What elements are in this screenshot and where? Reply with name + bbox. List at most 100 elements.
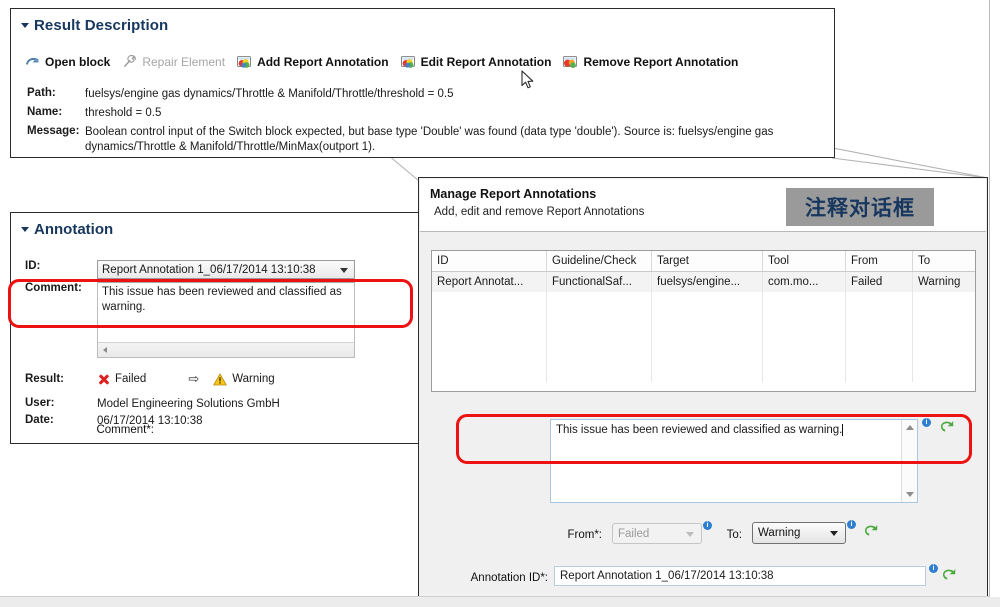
annotation-user-value: Model Engineering Solutions GmbH <box>97 397 280 412</box>
path-row: Path: fuelsys/engine gas dynamics/Thrott… <box>27 87 827 102</box>
arrow-right-icon: ⇨ <box>188 371 199 387</box>
to-status-value: Warning <box>758 527 800 539</box>
result-from-label: Failed <box>115 373 146 385</box>
highlight-box-annotation-comment <box>8 279 413 328</box>
dialog-from-label: From*: <box>556 529 602 541</box>
chevron-down-icon[interactable] <box>340 268 348 273</box>
dialog-title-area: Manage Report Annotations Add, edit and … <box>420 179 986 232</box>
column-header-target[interactable]: Target <box>652 251 763 272</box>
remove-annotation-icon <box>563 54 578 69</box>
column-header-from[interactable]: From <box>846 251 913 272</box>
annotation-panel-header[interactable]: Annotation <box>21 221 113 238</box>
annotation-id-row: ID: Report Annotation 1_06/17/2014 13:10… <box>25 260 355 279</box>
cell-guideline-check: FunctionalSaf... <box>547 272 652 293</box>
info-icon[interactable]: i <box>703 521 712 530</box>
horizontal-scrollbar[interactable] <box>98 342 354 357</box>
error-x-icon <box>97 373 110 386</box>
remove-report-annotation-button[interactable]: Remove Report Annotation <box>563 54 738 69</box>
table-row-empty[interactable] <box>432 292 976 322</box>
dialog-comment-label: Comment*: <box>62 424 154 436</box>
column-header-to[interactable]: To <box>913 251 977 272</box>
callout-badge-label: 注释对话框 <box>786 188 934 226</box>
annotation-panel: Annotation ID: Report Annotation 1_06/17… <box>10 212 420 444</box>
name-value: threshold = 0.5 <box>85 106 161 121</box>
triangle-down-icon[interactable] <box>21 227 29 232</box>
message-row: Message: Boolean control input of the Sw… <box>27 125 827 155</box>
annotation-id-label: ID: <box>25 260 97 272</box>
chevron-down-icon[interactable] <box>830 531 838 536</box>
dialog-to-label: To: <box>712 529 742 541</box>
info-icon[interactable]: i <box>847 520 856 529</box>
path-label: Path: <box>27 87 85 102</box>
edit-annotation-icon <box>401 54 416 69</box>
warning-triangle-icon <box>213 373 227 386</box>
edit-report-annotation-label: Edit Report Annotation <box>421 55 552 69</box>
annotation-user-label: User: <box>25 397 97 409</box>
result-to-status: Warning <box>213 373 274 386</box>
annotations-table[interactable]: ID Guideline/Check Target Tool From To C… <box>431 250 976 392</box>
result-description-header[interactable]: Result Description <box>21 17 168 34</box>
cell-tool: com.mo... <box>763 272 846 293</box>
repair-element-button: Repair Element <box>122 54 225 69</box>
annotation-id-dropdown[interactable]: Report Annotation 1_06/17/2014 13:10:38 <box>97 260 355 279</box>
from-status-select: Failed <box>612 523 702 544</box>
result-from-status: Failed <box>97 373 146 386</box>
annotation-result-label: Result: <box>25 373 97 385</box>
annotation-id-input-value: Report Annotation 1_06/17/2014 13:10:38 <box>560 570 774 582</box>
scroll-left-arrow-icon[interactable] <box>103 347 107 353</box>
info-icon[interactable]: i <box>929 564 938 573</box>
message-value: Boolean control input of the Switch bloc… <box>85 125 825 155</box>
wrench-icon <box>122 54 137 69</box>
annotation-id-input[interactable]: Report Annotation 1_06/17/2014 13:10:38 <box>554 566 926 586</box>
scroll-down-arrow-icon[interactable] <box>906 492 914 497</box>
result-to-label: Warning <box>232 373 274 385</box>
edit-report-annotation-button[interactable]: Edit Report Annotation <box>401 54 552 69</box>
mouse-cursor-icon <box>521 70 535 93</box>
add-report-annotation-label: Add Report Annotation <box>257 55 389 69</box>
cell-to: Warning <box>913 272 977 293</box>
table-header-row: ID Guideline/Check Target Tool From To C… <box>432 251 976 272</box>
manage-report-annotations-dialog: Manage Report Annotations Add, edit and … <box>418 177 988 597</box>
annotation-id-value: Report Annotation 1_06/17/2014 13:10:38 <box>102 264 316 276</box>
column-header-id[interactable]: ID <box>432 251 547 272</box>
result-description-toolbar: Open block Repair Element <box>25 54 750 69</box>
screenshot-root: Result Description Open block R <box>0 0 1000 607</box>
open-block-label: Open block <box>45 55 110 69</box>
name-row: Name: threshold = 0.5 <box>27 106 827 121</box>
chevron-down-icon <box>686 532 694 537</box>
to-status-select[interactable]: Warning <box>752 522 846 544</box>
message-label: Message: <box>27 125 85 155</box>
column-header-tool[interactable]: Tool <box>763 251 846 272</box>
name-label: Name: <box>27 106 85 121</box>
window-bottom-strip <box>0 596 1000 607</box>
dialog-subtitle: Add, edit and remove Report Annotations <box>434 206 644 218</box>
cell-id: Report Annotat... <box>432 272 547 293</box>
table-row-empty[interactable] <box>432 352 976 382</box>
result-description-title: Result Description <box>34 17 168 34</box>
add-annotation-icon <box>237 54 252 69</box>
table-row[interactable]: Report Annotat... FunctionalSaf... fuels… <box>432 272 976 293</box>
from-status-value: Failed <box>618 528 649 540</box>
annotation-user-row: User: Model Engineering Solutions GmbH <box>25 397 280 412</box>
annotation-result-row: Result: Failed ⇨ Warning <box>25 371 275 387</box>
window-right-edge <box>989 0 1000 597</box>
dialog-annotation-id-label: Annotation ID*: <box>440 572 548 584</box>
remove-report-annotation-label: Remove Report Annotation <box>583 55 738 69</box>
open-block-button[interactable]: Open block <box>25 54 110 69</box>
path-value: fuelsys/engine gas dynamics/Throttle & M… <box>85 87 454 102</box>
annotation-panel-title: Annotation <box>34 221 113 238</box>
add-report-annotation-button[interactable]: Add Report Annotation <box>237 54 389 69</box>
cell-target: fuelsys/engine... <box>652 272 763 293</box>
dialog-title: Manage Report Annotations <box>430 187 596 201</box>
highlight-box-dialog-comment <box>456 414 972 464</box>
repair-element-label: Repair Element <box>142 55 225 69</box>
column-header-guideline-check[interactable]: Guideline/Check <box>547 251 652 272</box>
table-row-empty[interactable] <box>432 322 976 352</box>
open-block-icon <box>25 54 40 69</box>
cell-from: Failed <box>846 272 913 293</box>
result-description-fields: Path: fuelsys/engine gas dynamics/Thrott… <box>27 87 827 159</box>
revert-arrow-icon[interactable] <box>940 568 957 583</box>
revert-arrow-icon[interactable] <box>862 524 879 539</box>
result-description-panel: Result Description Open block R <box>10 8 835 158</box>
triangle-down-icon[interactable] <box>21 23 29 28</box>
